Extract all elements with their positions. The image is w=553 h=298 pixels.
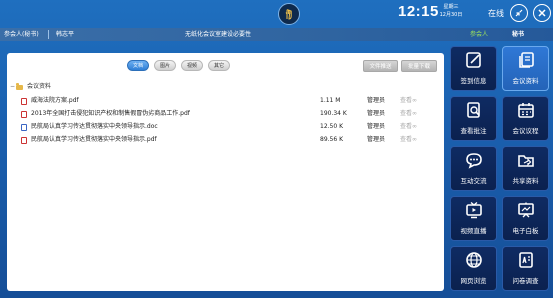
online-status: 在线 xyxy=(488,9,504,18)
user-name: 韩志平 xyxy=(56,31,75,38)
menu-label: 查看批注 xyxy=(460,127,487,135)
menu-label: 视频直播 xyxy=(460,227,487,235)
filter-documents[interactable]: 文档 xyxy=(127,60,149,71)
file-row[interactable]: 威海法院方案.pdf 1.11 M 管理员 查看∞ xyxy=(10,94,441,107)
doc-icon xyxy=(21,123,27,131)
file-owner: 管理员 xyxy=(367,123,386,130)
menu-label: 网页浏览 xyxy=(460,277,487,285)
filter-other[interactable]: 其它 xyxy=(208,60,230,71)
file-name: 民航局认真学习传达贯彻落实中央领导指示.doc xyxy=(31,123,158,130)
globe-icon xyxy=(465,252,482,268)
file-name: 民航局认真学习传达贯彻落实中央领导指示.pdf xyxy=(31,136,157,143)
filter-tabs: 文档 图片 视频 其它 xyxy=(127,60,230,71)
menu-whiteboard[interactable]: 电子白板 xyxy=(502,196,549,241)
menu-label: 签到信息 xyxy=(460,77,487,85)
batch-download-button[interactable]: 批量下载 xyxy=(401,60,437,72)
file-size: 1.11 M xyxy=(320,97,341,104)
view-link[interactable]: 查看∞ xyxy=(400,133,417,146)
top-bar: 12:15 星期三 12月30日 在线 xyxy=(0,0,553,28)
file-tree: − 会议资料 威海法院方案.pdf 1.11 M 管理员 查看∞ 2013年全国… xyxy=(10,82,441,146)
divider xyxy=(48,30,49,39)
menu-label: 互动交流 xyxy=(460,177,487,185)
menu-live-video[interactable]: 视频直播 xyxy=(450,196,497,241)
function-menu: 签到信息 会议资料 查看批注 会议议程 互动交流 共享资料 视频直播 电子白板 … xyxy=(450,46,550,292)
folder-icon xyxy=(16,83,23,90)
pdf-icon xyxy=(21,136,27,144)
view-link[interactable]: 查看∞ xyxy=(400,94,417,107)
menu-survey[interactable]: 问卷调查 xyxy=(502,246,549,291)
annotation-icon xyxy=(466,102,480,118)
file-row[interactable]: 2013年全国打击侵犯知识产权和制售假冒伪劣商品工作.pdf 190.34 K … xyxy=(10,107,441,120)
filter-images[interactable]: 图片 xyxy=(154,60,176,71)
pdf-icon xyxy=(21,97,27,105)
close-button[interactable] xyxy=(533,4,551,22)
documents-panel: 文档 图片 视频 其它 文件推送 批量下载 − 会议资料 威海法院方案.pdf … xyxy=(7,53,444,291)
sign-in-icon xyxy=(465,52,481,68)
hand-icon xyxy=(285,9,292,20)
file-size: 89.56 K xyxy=(320,136,344,143)
minimize-button[interactable] xyxy=(510,4,528,22)
whiteboard-icon xyxy=(517,202,534,218)
file-size: 12.50 K xyxy=(320,123,344,130)
file-row[interactable]: 民航局认真学习传达贯彻落实中央领导指示.pdf 89.56 K 管理员 查看∞ xyxy=(10,133,441,146)
menu-label: 会议议程 xyxy=(512,127,539,135)
tv-icon xyxy=(465,201,482,219)
meeting-notice: 无纸化会议室建设必要性 xyxy=(185,31,252,38)
file-owner: 管理员 xyxy=(367,136,386,143)
menu-interaction[interactable]: 互动交流 xyxy=(450,146,497,191)
view-link[interactable]: 查看∞ xyxy=(400,107,417,120)
file-owner: 管理员 xyxy=(367,97,386,104)
menu-sign-in[interactable]: 签到信息 xyxy=(450,46,497,91)
documents-icon xyxy=(518,52,534,68)
file-row[interactable]: 民航局认真学习传达贯彻落实中央领导指示.doc 12.50 K 管理员 查看∞ xyxy=(10,120,441,133)
file-size: 190.34 K xyxy=(320,110,347,117)
menu-label: 电子白板 xyxy=(512,227,539,235)
filter-videos[interactable]: 视频 xyxy=(181,60,203,71)
menu-shared-files[interactable]: 共享资料 xyxy=(502,146,549,191)
close-icon xyxy=(538,9,546,17)
chat-icon xyxy=(465,153,482,169)
info-bar: 参会人(秘书) 韩志平 无纸化会议室建设必要性 参会人 秘书 xyxy=(0,28,553,41)
menu-label: 共享资料 xyxy=(512,177,539,185)
menu-web-browse[interactable]: 网页浏览 xyxy=(450,246,497,291)
menu-label: 会议资料 xyxy=(512,77,539,85)
tree-root[interactable]: − 会议资料 xyxy=(10,82,441,92)
file-name: 威海法院方案.pdf xyxy=(31,97,79,104)
tab-secretary[interactable]: 秘书 xyxy=(512,28,524,41)
pdf-icon xyxy=(21,110,27,118)
menu-label: 问卷调查 xyxy=(512,277,539,285)
file-name: 2013年全国打击侵犯知识产权和制售假冒伪劣商品工作.pdf xyxy=(31,110,190,117)
tree-root-label: 会议资料 xyxy=(27,83,52,90)
raise-hand-button[interactable] xyxy=(278,3,300,25)
weekday: 星期三 xyxy=(443,4,459,10)
user-role: 参会人(秘书) xyxy=(4,31,39,38)
menu-agenda[interactable]: 会议议程 xyxy=(502,96,549,141)
push-file-button[interactable]: 文件推送 xyxy=(363,60,398,72)
survey-icon xyxy=(518,252,533,268)
shrink-icon xyxy=(515,9,523,17)
clock-time: 12:15 xyxy=(398,3,439,20)
file-owner: 管理员 xyxy=(367,110,386,117)
calendar-icon xyxy=(517,103,534,118)
tab-participant[interactable]: 参会人 xyxy=(470,28,488,41)
view-link[interactable]: 查看∞ xyxy=(400,120,417,133)
shared-folder-icon xyxy=(517,155,534,167)
menu-documents[interactable]: 会议资料 xyxy=(502,46,549,91)
date: 12月30日 xyxy=(439,12,463,18)
menu-annotations[interactable]: 查看批注 xyxy=(450,96,497,141)
